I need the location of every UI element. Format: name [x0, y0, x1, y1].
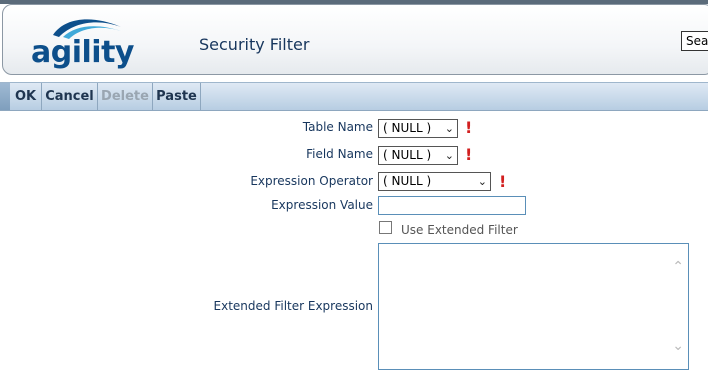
- use-extended-filter-checkbox[interactable]: [379, 221, 392, 234]
- chevron-down-icon: ⌄: [477, 175, 487, 188]
- paste-button[interactable]: Paste: [153, 83, 201, 110]
- agility-logo: agility: [31, 11, 134, 73]
- use-extended-filter-label: Use Extended Filter: [401, 223, 518, 237]
- chevron-down-icon: ⌄: [444, 122, 454, 135]
- expression-value-input[interactable]: [378, 196, 526, 215]
- field-name-select[interactable]: ( NULL ) ⌄: [378, 146, 458, 165]
- required-icon: !: [465, 118, 473, 137]
- required-icon: !: [465, 145, 473, 164]
- toolbar-edge: [0, 83, 10, 110]
- logo-text: agility: [31, 35, 134, 70]
- cancel-button[interactable]: Cancel: [42, 83, 98, 110]
- table-name-value: ( NULL ): [383, 121, 432, 135]
- expression-operator-value: ( NULL ): [383, 174, 432, 188]
- expression-operator-select[interactable]: ( NULL ) ⌄: [378, 172, 491, 191]
- expression-operator-label: Expression Operator: [250, 174, 373, 188]
- required-icon: !: [499, 172, 507, 191]
- field-name-label: Field Name: [306, 147, 373, 161]
- scroll-up-icon[interactable]: ⌃: [672, 260, 684, 274]
- toolbar: OK Cancel Delete Paste: [0, 82, 708, 111]
- table-name-select[interactable]: ( NULL ) ⌄: [378, 119, 458, 138]
- app-header: agility Security Filter: [2, 4, 708, 75]
- chevron-down-icon: ⌄: [444, 149, 454, 162]
- scroll-down-icon[interactable]: ⌄: [672, 339, 684, 353]
- delete-button[interactable]: Delete: [98, 83, 153, 110]
- table-name-label: Table Name: [302, 120, 373, 134]
- page-title: Security Filter: [199, 35, 310, 54]
- field-name-value: ( NULL ): [383, 148, 432, 162]
- search-input[interactable]: [681, 31, 708, 51]
- extended-filter-expression-textarea[interactable]: ⌃ ⌄: [378, 243, 689, 370]
- ok-button[interactable]: OK: [10, 83, 42, 110]
- expression-value-label: Expression Value: [271, 198, 373, 212]
- extended-filter-expression-label: Extended Filter Expression: [213, 299, 373, 313]
